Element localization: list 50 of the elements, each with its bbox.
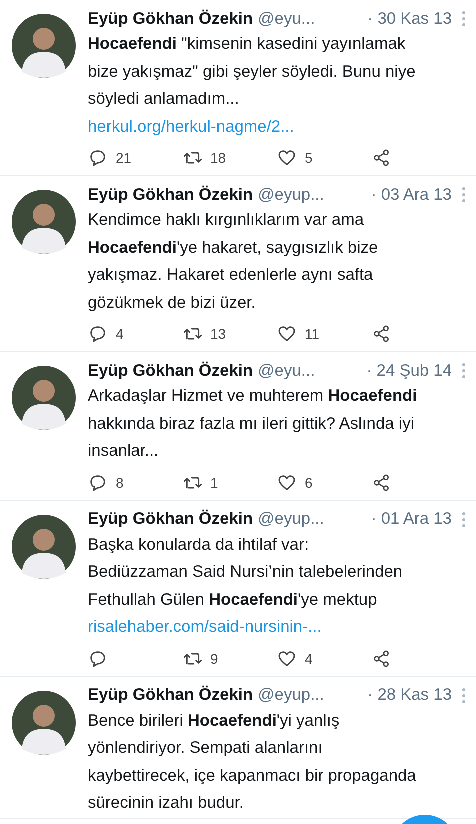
heart-icon[interactable]: [277, 324, 297, 344]
reply-icon[interactable]: [88, 648, 108, 668]
avatar[interactable]: [12, 14, 76, 78]
like-count: 5: [305, 150, 313, 166]
heart-icon[interactable]: [277, 472, 297, 492]
tweet-text: Arkadaşlar Hizmet ve muhterem Hocaefendi hakkında biraz fazla mı ileri gittik? Aslında iyi insanlar...: [88, 386, 418, 462]
avatar[interactable]: [12, 190, 76, 254]
tweet-date[interactable]: · 03 Ara 13: [371, 186, 452, 204]
retweet-count: 18: [210, 150, 226, 166]
reply-count: 4: [116, 326, 124, 342]
author-name[interactable]: Eyüp Gökhan Özekin: [88, 186, 254, 204]
share-icon[interactable]: [372, 472, 392, 492]
reply-count: 21: [116, 150, 132, 166]
retweet-count: 1: [210, 474, 218, 490]
tweet-date[interactable]: · 01 Ara 13: [371, 510, 452, 529]
author-name[interactable]: Eyüp Gökhan Özekin: [88, 686, 254, 705]
tweet-date[interactable]: · 30 Kas 13: [368, 10, 452, 28]
avatar[interactable]: [12, 690, 76, 754]
author-handle: @eyup...: [258, 186, 324, 204]
like-count: 4: [305, 650, 313, 666]
tweet-link[interactable]: herkul.org/herkul-nagme/2...: [88, 114, 466, 141]
like-count: 6: [305, 474, 313, 490]
reply-icon[interactable]: [88, 148, 108, 168]
like-count: 11: [305, 326, 320, 342]
tweet-date[interactable]: · 28 Kas 13: [368, 686, 452, 705]
heart-icon[interactable]: [277, 648, 297, 668]
author-handle: @eyu...: [258, 362, 316, 380]
reply-icon[interactable]: [88, 324, 108, 344]
author-name[interactable]: Eyüp Gökhan Özekin: [88, 510, 254, 529]
author-handle: @eyu...: [258, 10, 316, 28]
author-name[interactable]: Eyüp Gökhan Özekin: [88, 10, 254, 28]
tweet-text: Bence birileri Hocaefendi'yi yanlış yönlendiriyor. Sempati alanlarını kaybettirecek, içe kapanmacı bir propaganda sürecinin izahı budur.: [88, 710, 416, 814]
share-icon[interactable]: [372, 148, 392, 168]
reply-icon[interactable]: [88, 472, 108, 492]
reply-count: 8: [116, 474, 124, 490]
share-icon[interactable]: [372, 648, 392, 668]
tweet-text: Kendimce haklı kırgınlıklarım var ama Hocaefendi'ye hakaret, saygısızlık bize yakışmaz. Hakaret edenlerle aynı safta gözükmek de bizi üzer.: [88, 210, 378, 314]
author-name[interactable]: Eyüp Gökhan Özekin: [88, 362, 254, 380]
tweet-text: Hocaefendi "kimsenin kasedini yayınlamak bize yakışmaz" gibi şeyler söyledi. Bunu niye söyledi anlamadım...: [88, 34, 416, 110]
retweet-count: 13: [210, 326, 226, 342]
heart-icon[interactable]: [277, 148, 297, 168]
tweet-link[interactable]: risalehaber.com/said-nursinin-...: [88, 614, 466, 642]
tweet-date[interactable]: · 24 Şub 14: [366, 362, 452, 380]
retweet-count: 9: [210, 650, 218, 666]
avatar[interactable]: [12, 366, 76, 430]
author-handle: @eyup...: [258, 686, 324, 705]
author-handle: @eyup...: [258, 510, 324, 529]
tweet-text: Başka konularda da ihtilaf var: Bediüzzaman Said Nursi’nin talebelerinden Fethullah Gülen Hocaefendi'ye mektup: [88, 534, 403, 610]
avatar[interactable]: [12, 514, 76, 578]
share-icon[interactable]: [372, 324, 392, 344]
